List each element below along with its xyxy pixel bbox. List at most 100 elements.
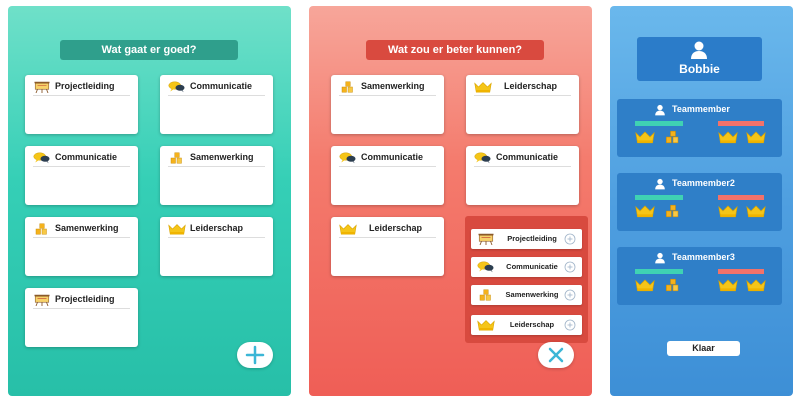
card-label: Samenwerking [55, 223, 119, 233]
blocks-icon [168, 152, 186, 164]
panel-good: Wat gaat er goed? Projectleiding Communi… [8, 6, 291, 396]
team-member-card[interactable]: Teammember3 [617, 247, 782, 305]
good-bar [635, 269, 683, 274]
good-card[interactable]: Samenwerking [160, 146, 273, 205]
team-member-card[interactable]: Teammember [617, 99, 782, 157]
user-icon [653, 252, 667, 264]
card-label: Communicatie [55, 152, 118, 162]
better-bar [718, 195, 764, 200]
blocks-icon [663, 278, 683, 292]
divider [474, 95, 571, 96]
team-member-name: Teammember [672, 104, 730, 114]
crown-icon [635, 278, 655, 292]
crown-icon [635, 130, 655, 144]
divider [33, 308, 130, 309]
crown-icon [718, 278, 738, 292]
category-picker: Projectleiding Communicatie Samenwerking [465, 216, 588, 343]
easel-icon [33, 81, 51, 93]
divider [339, 166, 436, 167]
good-card[interactable]: Projectleiding [25, 75, 138, 134]
good-bar [635, 121, 683, 126]
card-label: Communicatie [496, 152, 559, 162]
crown-icon [339, 223, 357, 235]
better-card[interactable]: Leiderschap [466, 75, 579, 134]
divider [168, 95, 265, 96]
card-label: Leiderschap [504, 81, 558, 91]
add-icon[interactable] [564, 233, 576, 245]
crown-icon [746, 130, 766, 144]
speech-bubbles-icon [168, 81, 186, 93]
crown-icon [746, 204, 766, 218]
divider [33, 237, 130, 238]
option-label: Samenwerking [505, 290, 559, 299]
better-card[interactable]: Communicatie [466, 146, 579, 205]
blocks-icon [339, 81, 357, 93]
blocks-icon [477, 289, 495, 301]
panel-better: Wat zou er beter kunnen? Samenwerking Le… [309, 6, 592, 396]
option-samenwerking[interactable]: Samenwerking [471, 285, 582, 305]
crown-icon [474, 81, 492, 93]
crown-icon [635, 204, 655, 218]
user-icon [689, 40, 709, 60]
good-panel-title: Wat gaat er goed? [60, 40, 238, 60]
current-user: Bobbie [637, 37, 762, 81]
good-card[interactable]: Leiderschap [160, 217, 273, 276]
speech-bubbles-icon [474, 152, 492, 164]
easel-icon [33, 294, 51, 306]
option-label: Projectleiding [507, 234, 557, 243]
team-member-name: Teammember3 [672, 252, 735, 262]
blocks-icon [663, 204, 683, 218]
done-button[interactable]: Klaar [667, 341, 740, 356]
good-card[interactable]: Communicatie [25, 146, 138, 205]
card-label: Communicatie [190, 81, 253, 91]
card-label: Projectleiding [55, 294, 115, 304]
good-card[interactable]: Communicatie [160, 75, 273, 134]
option-label: Communicatie [506, 262, 558, 271]
team-member-name: Teammember2 [672, 178, 735, 188]
card-label: Leiderschap [369, 223, 423, 233]
add-icon[interactable] [564, 261, 576, 273]
speech-bubbles-icon [33, 152, 51, 164]
divider [168, 166, 265, 167]
close-picker-button[interactable] [538, 342, 574, 368]
user-icon [653, 178, 667, 190]
user-name: Bobbie [679, 62, 720, 76]
add-icon[interactable] [564, 289, 576, 301]
option-label: Leiderschap [509, 320, 555, 329]
better-card[interactable]: Leiderschap [331, 217, 444, 276]
card-label: Samenwerking [190, 152, 254, 162]
divider [168, 237, 265, 238]
blocks-icon [33, 223, 51, 235]
user-icon [653, 104, 667, 116]
card-label: Leiderschap [190, 223, 244, 233]
plus-icon [245, 345, 265, 365]
card-label: Communicatie [361, 152, 424, 162]
divider [474, 166, 571, 167]
good-bar [635, 195, 683, 200]
good-card[interactable]: Samenwerking [25, 217, 138, 276]
better-bar [718, 121, 764, 126]
divider [33, 95, 130, 96]
better-card[interactable]: Communicatie [331, 146, 444, 205]
add-icon[interactable] [564, 319, 576, 331]
good-card[interactable]: Projectleiding [25, 288, 138, 347]
divider [33, 166, 130, 167]
crown-icon [718, 204, 738, 218]
better-card[interactable]: Samenwerking [331, 75, 444, 134]
better-bar [718, 269, 764, 274]
close-icon [548, 347, 564, 363]
team-member-card[interactable]: Teammember2 [617, 173, 782, 231]
speech-bubbles-icon [477, 261, 495, 273]
crown-icon [718, 130, 738, 144]
blocks-icon [663, 130, 683, 144]
divider [339, 237, 436, 238]
option-communicatie[interactable]: Communicatie [471, 257, 582, 277]
add-card-button[interactable] [237, 342, 273, 368]
panel-team: Bobbie Teammember Teammember2 Teammember… [610, 6, 793, 396]
better-panel-title: Wat zou er beter kunnen? [366, 40, 544, 60]
divider [339, 95, 436, 96]
speech-bubbles-icon [339, 152, 357, 164]
option-leiderschap[interactable]: Leiderschap [471, 315, 582, 335]
crown-icon [168, 223, 186, 235]
option-projectleiding[interactable]: Projectleiding [471, 229, 582, 249]
